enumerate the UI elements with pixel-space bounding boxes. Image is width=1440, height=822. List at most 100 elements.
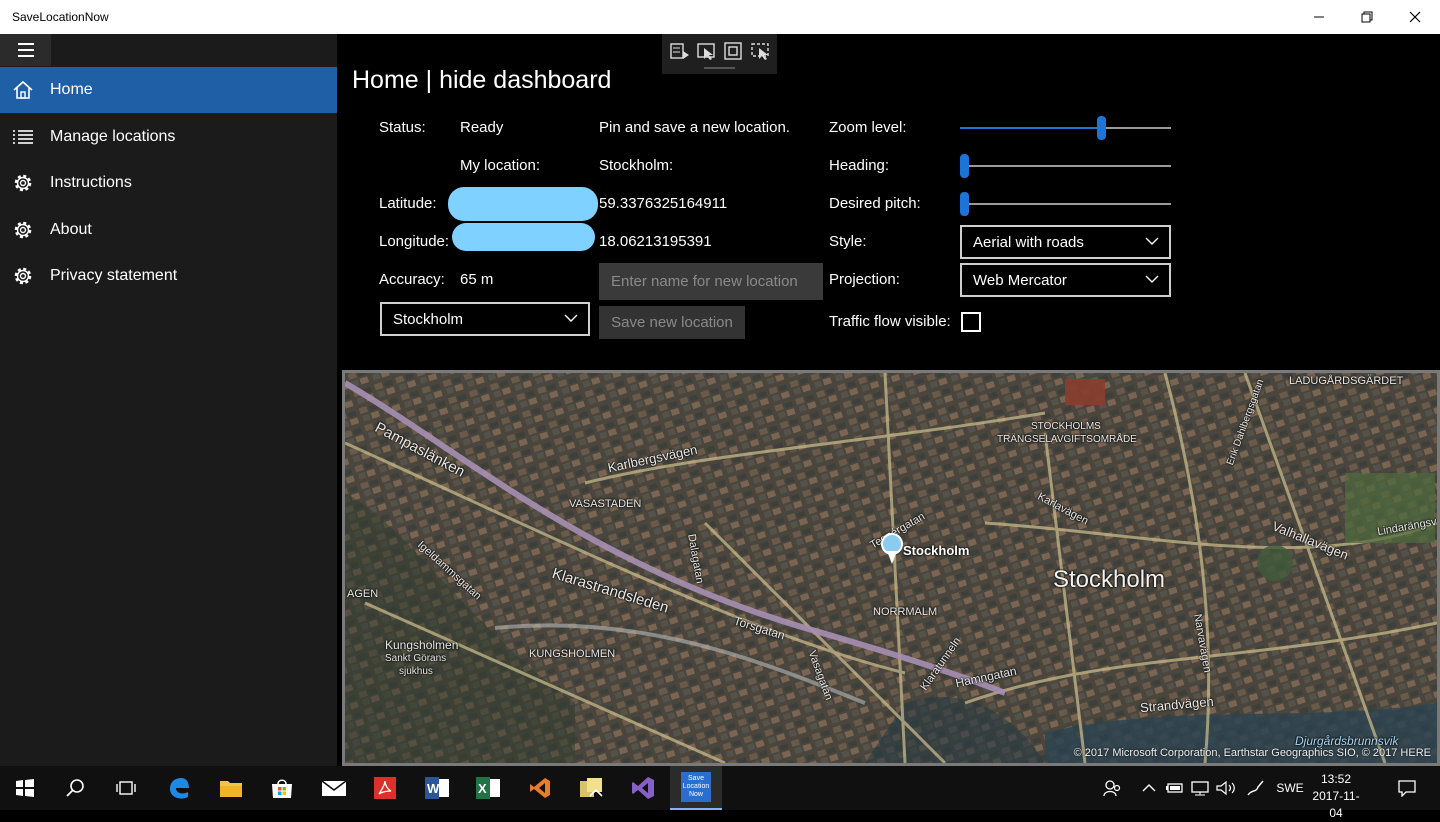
restore-button[interactable] — [1344, 0, 1390, 34]
title-bar: SaveLocationNow — [0, 0, 1440, 34]
nav-item-label: Manage locations — [50, 128, 176, 145]
taskbar-file-explorer[interactable] — [207, 766, 255, 810]
gear-icon — [0, 207, 46, 253]
traffic-flow-checkbox[interactable] — [961, 312, 981, 332]
page-title[interactable]: Home | hide dashboard — [352, 66, 611, 95]
projection-select[interactable]: Web Mercator — [960, 263, 1171, 297]
nav-item-manage-locations[interactable]: Manage locations — [0, 114, 337, 160]
save-prompt: Pin and save a new location. — [599, 119, 790, 136]
city-label: Stockholm — [1053, 566, 1166, 593]
list-icon — [0, 114, 46, 160]
location-select-value: Stockholm — [393, 310, 464, 328]
display-layout-icon[interactable] — [723, 42, 745, 60]
live-tree-icon[interactable] — [669, 42, 691, 60]
track-focus-icon[interactable] — [750, 42, 772, 60]
slider-fill — [960, 127, 1097, 129]
show-hidden-icons-button[interactable] — [1138, 766, 1160, 810]
map-label: Sankt Görans — [385, 653, 447, 664]
volume-icon — [1216, 780, 1235, 796]
accuracy-value: 65 m — [460, 271, 494, 288]
taskbar-photo-app[interactable] — [567, 766, 615, 810]
my-location-value: Stockholm: — [599, 157, 674, 174]
nav-item-home[interactable]: Home — [0, 67, 337, 113]
nav-item-privacy-statement[interactable]: Privacy statement — [0, 253, 337, 299]
slider-thumb[interactable] — [1097, 116, 1106, 140]
nav-item-about[interactable]: About — [0, 207, 337, 253]
hamburger-menu-button[interactable] — [0, 34, 51, 66]
accuracy-label: Accuracy: — [379, 271, 445, 288]
minimize-button[interactable] — [1296, 0, 1342, 34]
chevron-down-icon — [1145, 237, 1159, 245]
map-label: Kungsholmen — [385, 638, 459, 652]
vscode-icon — [530, 778, 550, 798]
battery-icon — [1166, 783, 1183, 793]
map-style-select[interactable]: Aerial with roads — [960, 225, 1171, 259]
select-element-icon[interactable] — [696, 42, 718, 60]
people-button[interactable] — [1097, 766, 1127, 810]
location-pin-icon[interactable] — [881, 533, 903, 565]
location-select[interactable]: Stockholm — [380, 302, 590, 336]
taskbar-store[interactable] — [258, 766, 306, 810]
taskbar-excel[interactable]: X — [464, 766, 512, 810]
desired-pitch-slider[interactable] — [960, 192, 1171, 216]
location-name-input[interactable]: Enter name for new location — [599, 263, 823, 300]
toolbar-handle[interactable] — [704, 67, 735, 69]
aerial-map-imagery — [345, 373, 1437, 763]
pen-icon — [1247, 780, 1264, 796]
windows-icon — [16, 779, 34, 797]
taskbar-edge[interactable] — [155, 766, 203, 810]
taskbar-clock[interactable]: 13:52 2017-11-04 — [1306, 771, 1366, 822]
input-language-button[interactable]: SWE — [1274, 766, 1306, 810]
edge-icon — [170, 778, 189, 799]
pin-label: Stockholm — [903, 543, 970, 558]
search-button[interactable] — [51, 766, 99, 810]
visual-studio-icon — [632, 777, 654, 799]
restore-icon — [1361, 11, 1373, 23]
map-label: Djurgårdsbrunnsvik — [1295, 734, 1399, 748]
map-label: AGEN — [347, 588, 379, 600]
taskbar-word[interactable]: W — [413, 766, 461, 810]
map-label: VASASTADEN — [569, 498, 642, 510]
taskbar-savelocationnow[interactable]: Save Location Now — [670, 766, 722, 810]
chevron-down-icon — [564, 314, 578, 322]
my-location-label: My location: — [460, 157, 541, 174]
close-icon — [1409, 11, 1421, 23]
taskbar-mail[interactable] — [310, 766, 358, 810]
slider-thumb[interactable] — [960, 192, 969, 216]
map-label: sjukhus — [399, 666, 433, 677]
action-center-button[interactable] — [1392, 766, 1422, 810]
close-button[interactable] — [1392, 0, 1438, 34]
app-tile-icon: Save Location Now — [681, 772, 711, 802]
heading-slider[interactable] — [960, 154, 1171, 178]
volume-button[interactable] — [1213, 766, 1239, 810]
network-button[interactable] — [1188, 766, 1212, 810]
status-value: Ready — [460, 119, 504, 136]
projection-value: Web Mercator — [973, 271, 1067, 289]
taskbar-acrobat[interactable] — [361, 766, 409, 810]
longitude-label: Longitude: — [379, 233, 450, 250]
map-label: KUNGSHOLMEN — [529, 648, 616, 660]
map-copyright: © 2017 Microsoft Corporation, Earthstar … — [1073, 747, 1431, 759]
search-icon — [66, 779, 84, 797]
desired-pitch-label: Desired pitch: — [829, 195, 921, 212]
map-view[interactable]: Pampaslänken Karlbergsvägen VASASTADEN D… — [342, 370, 1440, 766]
map-style-value: Aerial with roads — [973, 233, 1084, 251]
redaction-mark — [448, 187, 598, 221]
slider-thumb[interactable] — [960, 154, 969, 178]
minimize-icon — [1314, 16, 1324, 18]
task-view-button[interactable] — [102, 766, 150, 810]
save-location-button[interactable]: Save new location — [599, 306, 745, 339]
latitude-label: Latitude: — [379, 195, 437, 212]
nav-item-instructions[interactable]: Instructions — [0, 160, 337, 206]
traffic-flow-label: Traffic flow visible: — [829, 313, 951, 330]
projection-label: Projection: — [829, 271, 900, 288]
taskbar-visual-studio[interactable] — [619, 766, 667, 810]
taskbar-vscode[interactable] — [516, 766, 564, 810]
pen-workspace-button[interactable] — [1243, 766, 1269, 810]
nav-item-label: Instructions — [50, 174, 132, 191]
longitude-value: 18.06213195391 — [599, 233, 712, 250]
zoom-level-slider[interactable] — [960, 116, 1171, 140]
start-button[interactable] — [1, 766, 49, 810]
battery-button[interactable] — [1163, 766, 1187, 810]
taskbar: W X Save Location Now SWE 13:52 2017-11-… — [0, 766, 1440, 820]
